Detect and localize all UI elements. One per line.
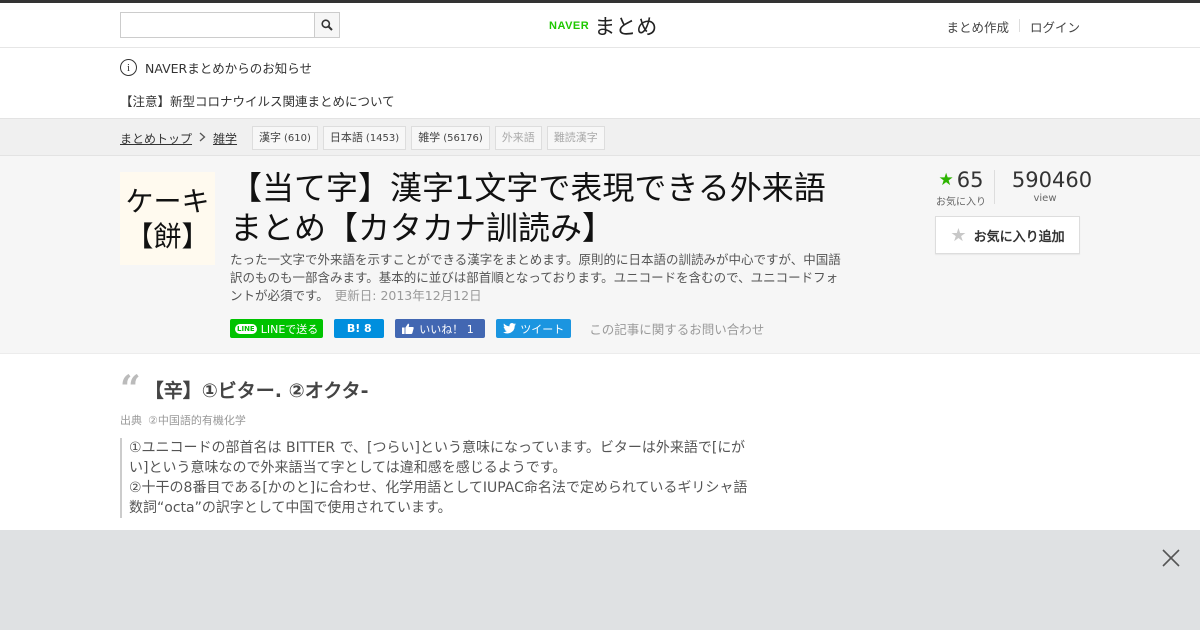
tag-nihongo[interactable]: 日本語 (1453) <box>322 126 407 150</box>
tag-count: (1453) <box>365 133 400 144</box>
star-outline-icon: ★ <box>950 224 967 246</box>
breadcrumb-category[interactable]: 雑学 <box>213 130 237 147</box>
quote-icon: “ <box>120 367 141 410</box>
share-buttons: LINE LINEで送る B! 8 いいね！ 1 ツイート この記事に関するお問… <box>230 319 764 338</box>
notice-area: i NAVERまとめからのお知らせ 【注意】新型コロナウイルス関連まとめについて <box>0 48 1200 118</box>
tag-gairaigo[interactable]: 外来語 <box>494 126 542 150</box>
breadcrumb-matome-top[interactable]: まとめトップ <box>120 130 192 147</box>
notice-title: NAVERまとめからのお知らせ <box>145 61 312 76</box>
site-header: NAVER まとめ まとめ作成 ログイン <box>0 3 1200 48</box>
facebook-like-button[interactable]: いいね！ 1 <box>395 319 486 338</box>
tag-nandoku-kanji[interactable]: 難読漢字 <box>546 126 605 150</box>
tag-label: 雑学 <box>418 131 441 144</box>
tag-count: (610) <box>284 133 311 144</box>
updated-date: 更新日: 2013年12月12日 <box>334 288 482 303</box>
thumbnail-line-2: 【餅】 <box>125 219 210 253</box>
article-stats: ★ 65 お気に入り 590460 view <box>928 168 1095 208</box>
facebook-like-label: いいね！ 1 <box>419 322 474 336</box>
login-link[interactable]: ログイン <box>1030 17 1080 36</box>
inquiry-link[interactable]: この記事に関するお問い合わせ <box>589 319 764 338</box>
favorites-label: お気に入り <box>936 197 986 208</box>
tag-label: 外来語 <box>501 131 535 144</box>
line-share-button[interactable]: LINE LINEで送る <box>230 319 324 338</box>
header-divider <box>1018 19 1020 32</box>
tag-zatsugaku[interactable]: 雑学 (56176) <box>411 126 490 150</box>
quote-body: ①ユニコードの部首名は BITTER で、[つらい]という意味になっています。ビ… <box>120 438 750 518</box>
search-box <box>120 12 340 38</box>
site-logo[interactable]: NAVER まとめ <box>549 11 657 41</box>
header-links: まとめ作成 ログイン <box>946 17 1080 36</box>
star-icon: ★ <box>938 170 954 190</box>
thumbnail-line-1: ケーキ <box>125 184 210 218</box>
quote-source: 出典 ②中国語的有機化学 <box>120 412 750 428</box>
hatena-bookmark-button[interactable]: B! 8 <box>334 319 385 338</box>
search-button[interactable] <box>314 13 339 37</box>
quote-heading-row: “ 【辛】①ビター. ②オクタ- <box>120 367 750 410</box>
chevron-right-icon <box>199 131 206 145</box>
quote-item: “ 【辛】①ビター. ②オクタ- 出典 ②中国語的有機化学 ①ユニコードの部首名は… <box>120 367 750 518</box>
bottom-ad-overlay <box>0 530 1200 630</box>
article-thumbnail[interactable]: ケーキ 【餅】 <box>120 172 215 265</box>
views-count: 590460 <box>1011 168 1093 192</box>
line-icon: LINE <box>235 323 257 334</box>
tag-label: 漢字 <box>259 131 282 144</box>
hatena-label: B! 8 <box>346 322 372 335</box>
tag-kanji[interactable]: 漢字 (610) <box>252 126 318 150</box>
views-label: view <box>1033 193 1057 204</box>
favorites-count-row: ★ 65 <box>928 168 994 192</box>
notice-title-row: i NAVERまとめからのお知らせ <box>120 58 312 77</box>
search-icon <box>321 19 333 31</box>
favorites-count: 65 <box>956 168 984 192</box>
source-label: 出典 <box>120 414 142 427</box>
info-icon: i <box>120 59 137 76</box>
line-share-label: LINEで送る <box>260 322 319 336</box>
search-input[interactable] <box>121 13 314 37</box>
facebook-like-icon <box>402 323 414 334</box>
breadcrumb: まとめトップ 雑学 漢字 (610) 日本語 (1453) 雑学 (56176) 外来… <box>120 126 610 150</box>
add-favorite-button[interactable]: ★ お気に入り追加 <box>935 216 1080 254</box>
views-stat: 590460 view <box>995 168 1095 208</box>
notice-link[interactable]: 【注意】新型コロナウイルス関連まとめについて <box>120 91 395 110</box>
favorites-stat: ★ 65 お気に入り <box>928 168 994 208</box>
create-matome-link[interactable]: まとめ作成 <box>946 17 1009 36</box>
quote-heading: 【辛】①ビター. ②オクタ- <box>144 380 369 402</box>
description-text: たった一文字で外来語を示すことができる漢字をまとめます。原則的に日本語の訓読みが… <box>230 252 841 303</box>
article-title: 【当て字】漢字1文字で表現できる外来語まとめ【カタカナ訓読み】 <box>230 169 826 247</box>
add-favorite-label: お気に入り追加 <box>973 229 1065 245</box>
article-description: たった一文字で外来語を示すことができる漢字をまとめます。原則的に日本語の訓読みが… <box>230 251 845 305</box>
article-header: ケーキ 【餅】 【当て字】漢字1文字で表現できる外来語まとめ【カタカナ訓読み】 … <box>0 156 1200 354</box>
breadcrumb-bar: まとめトップ 雑学 漢字 (610) 日本語 (1453) 雑学 (56176) 外来… <box>0 118 1200 156</box>
tag-list: 漢字 (610) 日本語 (1453) 雑学 (56176) 外来語 難読漢字 <box>252 126 610 150</box>
tag-count: (56176) <box>443 133 483 144</box>
twitter-tweet-button[interactable]: ツイート <box>496 319 572 338</box>
logo-text: まとめ <box>594 15 658 39</box>
logo-brand: NAVER <box>549 20 590 32</box>
tag-label: 難読漢字 <box>553 131 598 144</box>
twitter-bird-icon <box>503 323 517 334</box>
tweet-label: ツイート <box>520 322 565 336</box>
tag-label: 日本語 <box>329 131 363 144</box>
source-name[interactable]: ②中国語的有機化学 <box>148 414 246 427</box>
close-icon[interactable] <box>1161 548 1181 568</box>
